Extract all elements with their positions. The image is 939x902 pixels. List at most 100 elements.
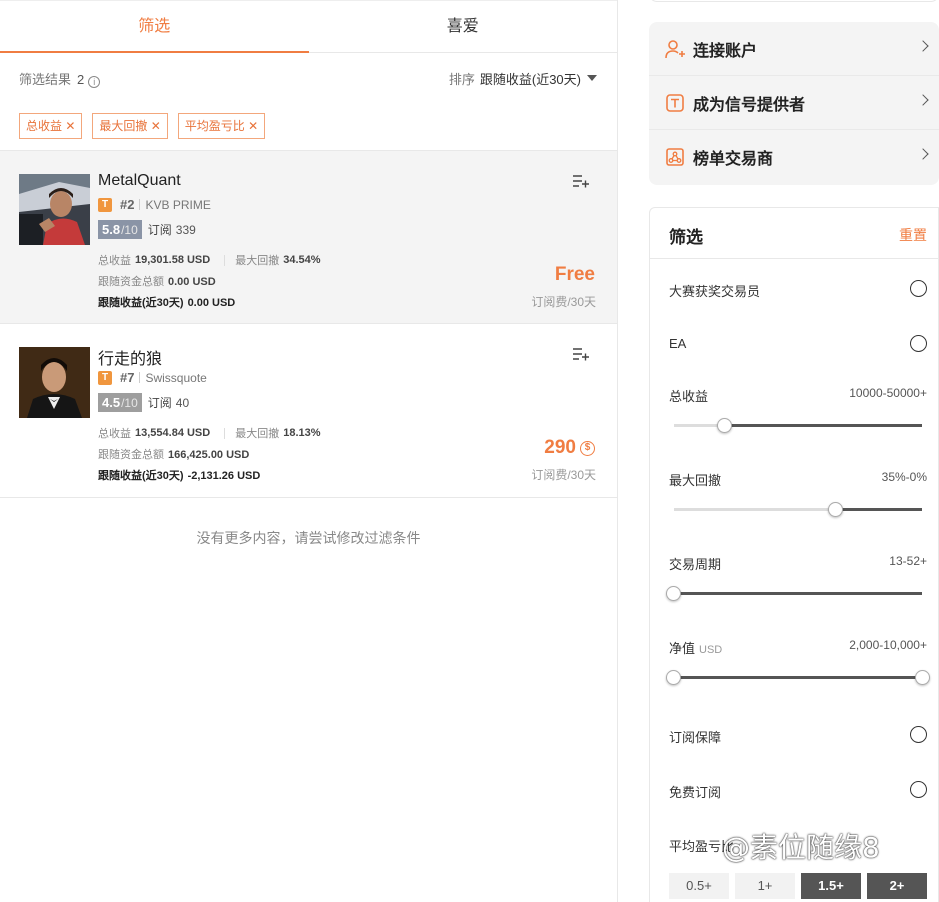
follow-profit-label: 跟随收益(近30天) bbox=[98, 470, 184, 482]
no-more-message: 没有更多内容，请尝试修改过滤条件 bbox=[196, 530, 421, 546]
filter-max-drawdown: 最大回撤 35%-0% bbox=[669, 470, 927, 489]
score-row: 5.8/10 订阅 339 bbox=[98, 220, 196, 239]
caret-down-icon bbox=[587, 75, 597, 81]
menu-item-become-provider[interactable]: 成为信号提供者 bbox=[649, 76, 939, 130]
trader-name[interactable]: MetalQuant bbox=[98, 172, 181, 190]
menu-item-ranked-brokers[interactable]: 榜单交易商 bbox=[649, 130, 939, 184]
price-unit: 订阅费/30天 bbox=[531, 468, 596, 482]
trader-card[interactable]: 行走的狼 T #7 Swissquote 4.5/10 订阅 40 总收益 13,5… bbox=[0, 324, 617, 498]
chevron-right-icon bbox=[917, 94, 929, 106]
award-radio[interactable] bbox=[910, 280, 927, 297]
results-count: 2 bbox=[77, 71, 85, 87]
chip-avg-profit-loss[interactable]: 平均盈亏比 ✕ bbox=[177, 113, 266, 139]
subscriptions: 订阅 339 bbox=[148, 221, 196, 238]
follow-profit: 跟随收益(近30天) 0.00 USD bbox=[98, 294, 235, 310]
option-0-5[interactable]: 0.5+ bbox=[669, 873, 729, 899]
option-2[interactable]: 2+ bbox=[867, 873, 927, 899]
total-profit-range: 10000-50000+ bbox=[849, 386, 927, 400]
score-badge: 5.8/10 bbox=[98, 220, 142, 239]
sort-value: 跟随收益(近30天) bbox=[479, 71, 581, 87]
slider-inactive-track bbox=[674, 508, 836, 511]
top-card-edge bbox=[649, 0, 939, 2]
action-menu: 连接账户 成为信号提供者 榜单交易商 bbox=[649, 22, 939, 185]
equity-unit: USD bbox=[699, 644, 723, 656]
follow-funds-label: 跟随资金总额 bbox=[98, 276, 164, 288]
score-value: 4.5 bbox=[102, 395, 121, 410]
results-label: 筛选结果 bbox=[19, 71, 72, 87]
follow-funds: 跟随资金总额 166,425.00 USD bbox=[98, 446, 249, 462]
score-row: 4.5/10 订阅 40 bbox=[98, 393, 189, 412]
results-summary: 筛选结果 2 i bbox=[19, 69, 101, 88]
filter-title: 筛选 bbox=[669, 228, 703, 247]
avatar[interactable] bbox=[19, 347, 90, 418]
trader-list-panel: 筛选 喜爱 筛选结果 2 i 排序 跟随收益(近30天) 总收益 ✕ 最大回撤 ✕ … bbox=[0, 0, 618, 902]
avg-ratio-options: 0.5+ 1+ 1.5+ 2+ bbox=[669, 873, 927, 899]
drawdown-label: 最大回撤 bbox=[669, 473, 722, 488]
network-icon bbox=[665, 147, 685, 167]
trader-card[interactable]: MetalQuant T #2 KVB PRIME 5.8/10 订阅 339 总… bbox=[0, 150, 617, 324]
menu-label: 成为信号提供者 bbox=[693, 96, 806, 114]
tab-favorites[interactable]: 喜爱 bbox=[309, 1, 618, 52]
total-profit-label: 总收益 bbox=[98, 255, 131, 267]
subscriptions: 订阅 40 bbox=[148, 394, 189, 411]
add-to-list-icon[interactable] bbox=[573, 174, 589, 188]
menu-item-connect-account[interactable]: 连接账户 bbox=[649, 22, 939, 76]
trader-name[interactable]: 行走的狼 bbox=[98, 345, 162, 369]
reset-button[interactable]: 重置 bbox=[899, 225, 927, 245]
add-to-list-icon[interactable] bbox=[573, 347, 589, 361]
slider-thumb[interactable] bbox=[717, 418, 732, 433]
broker-name: KVB PRIME bbox=[145, 197, 211, 212]
divider bbox=[224, 427, 226, 439]
profit-stats: 总收益 13,554.84 USD 最大回撤 18.13% bbox=[98, 425, 321, 441]
subscription-price: Free bbox=[554, 264, 595, 285]
period-label: 交易周期 bbox=[669, 557, 722, 572]
avatar[interactable] bbox=[19, 174, 90, 245]
total-profit-slider[interactable] bbox=[674, 418, 922, 433]
results-bar: 筛选结果 2 i 排序 跟随收益(近30天) bbox=[19, 69, 597, 88]
slider-thumb-high[interactable] bbox=[915, 670, 930, 685]
slider-thumb-low[interactable] bbox=[666, 670, 681, 685]
tab-filter[interactable]: 筛选 bbox=[0, 1, 309, 53]
filter-free-subscription: 免费订阅 bbox=[669, 781, 927, 801]
ea-radio[interactable] bbox=[910, 335, 927, 352]
sort-dropdown[interactable]: 排序 跟随收益(近30天) bbox=[449, 69, 597, 88]
rank-row: T #7 Swissquote bbox=[98, 370, 207, 385]
chip-max-drawdown[interactable]: 最大回撤 ✕ bbox=[92, 113, 168, 139]
slider-thumb[interactable] bbox=[828, 502, 843, 517]
score-badge: 4.5/10 bbox=[98, 393, 142, 412]
signal-provider-badge: T bbox=[98, 197, 112, 212]
subscriptions-label: 订阅 bbox=[147, 223, 172, 237]
period-slider[interactable] bbox=[666, 586, 922, 601]
option-1[interactable]: 1+ bbox=[735, 873, 795, 899]
drawdown-slider[interactable] bbox=[674, 502, 922, 517]
watermark: @素位随缘8 bbox=[722, 831, 880, 864]
subscriptions-label: 订阅 bbox=[147, 396, 172, 410]
equity-slider[interactable] bbox=[666, 670, 930, 685]
free-radio[interactable] bbox=[910, 781, 927, 798]
coin-icon: $ bbox=[580, 440, 595, 456]
slider-thumb[interactable] bbox=[666, 586, 681, 601]
filter-ea: EA bbox=[669, 335, 927, 352]
score-max: /10 bbox=[121, 396, 138, 410]
chip-total-profit[interactable]: 总收益 ✕ bbox=[19, 113, 83, 139]
guarantee-label: 订阅保障 bbox=[669, 730, 722, 745]
follow-funds-value: 166,425.00 USD bbox=[168, 449, 250, 461]
subscriptions-count: 339 bbox=[175, 223, 196, 237]
info-icon[interactable]: i bbox=[88, 75, 101, 88]
follow-funds: 跟随资金总额 0.00 USD bbox=[98, 273, 216, 289]
follow-profit-label: 跟随收益(近30天) bbox=[98, 297, 184, 309]
divider bbox=[139, 372, 141, 383]
subscriptions-count: 40 bbox=[175, 396, 190, 410]
award-label: 大赛获奖交易员 bbox=[669, 284, 761, 299]
drawdown-label: 最大回撤 bbox=[235, 428, 280, 440]
follow-profit: 跟随收益(近30天) -2,131.26 USD bbox=[98, 467, 260, 483]
option-1-5[interactable]: 1.5+ bbox=[801, 873, 861, 899]
guarantee-radio[interactable] bbox=[910, 726, 927, 743]
total-profit-value: 13,554.84 USD bbox=[135, 427, 211, 439]
filter-trading-period: 交易周期 13-52+ bbox=[669, 554, 927, 573]
drawdown-value: 34.54% bbox=[283, 254, 321, 266]
total-profit-value: 19,301.58 USD bbox=[135, 254, 211, 266]
subscription-price: 290 $ bbox=[544, 437, 595, 459]
filter-panel: 筛选 重置 大赛获奖交易员 EA 总收益 10000-50000+ 最大回撤 3… bbox=[649, 207, 939, 902]
follow-profit-value: -2,131.26 USD bbox=[187, 470, 261, 482]
